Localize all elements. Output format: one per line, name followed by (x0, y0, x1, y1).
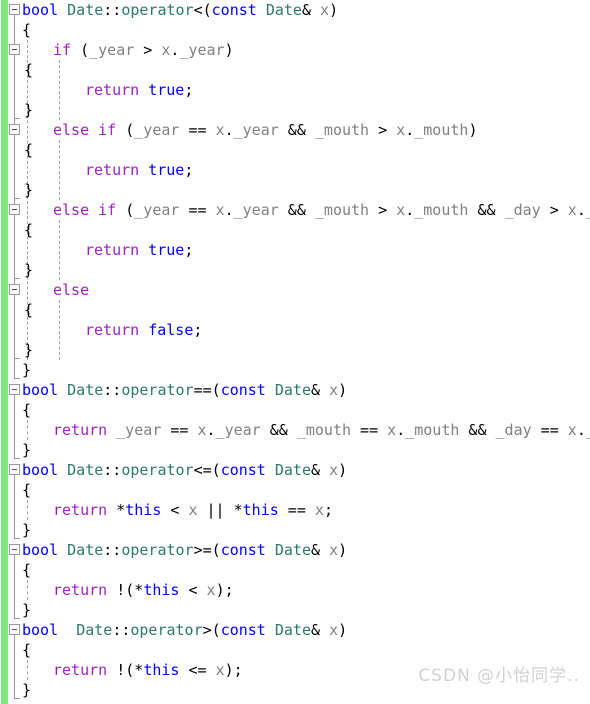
outline-rail (14, 214, 15, 278)
outline-collapse-box[interactable] (9, 544, 20, 555)
code-line[interactable]: return _year == x._year && _mouth == x._… (53, 420, 590, 440)
indent-guide (59, 140, 60, 200)
outline-collapse-box[interactable] (9, 4, 20, 15)
indent-guide (59, 220, 60, 280)
code-line[interactable]: } (24, 100, 33, 120)
code-line[interactable]: else if (_year == x._year && _mouth > x.… (53, 120, 477, 140)
outline-rail (14, 474, 15, 538)
code-line[interactable]: } (22, 600, 31, 620)
outline-rail-foot (14, 538, 20, 539)
code-line[interactable]: } (22, 360, 31, 380)
code-line[interactable]: { (24, 140, 33, 160)
code-line[interactable]: { (22, 400, 31, 420)
code-line[interactable]: else (53, 280, 89, 300)
outline-rail (14, 634, 15, 698)
code-line[interactable]: } (24, 260, 33, 280)
outline-rail-foot (14, 458, 20, 459)
code-line[interactable]: { (24, 60, 33, 80)
outline-rail-foot (14, 378, 20, 379)
code-line[interactable]: else if (_year == x._year && _mouth > x.… (53, 200, 590, 220)
outline-collapse-box[interactable] (9, 384, 20, 395)
code-line[interactable]: { (22, 640, 31, 660)
watermark-label: CSDN @小怡同学.. (418, 666, 580, 686)
code-line[interactable]: bool Date::operator>(const Date& x) (22, 620, 347, 640)
outline-rail (14, 294, 15, 358)
code-line[interactable]: } (22, 520, 31, 540)
outline-rail-foot (14, 618, 20, 619)
outline-rail-foot (14, 198, 20, 199)
code-line[interactable]: if (_year > x._year) (53, 40, 234, 60)
outline-rail-foot (14, 698, 20, 699)
indent-guide (59, 60, 60, 120)
outline-collapse-box[interactable] (9, 124, 20, 135)
indent-guide (27, 500, 28, 520)
code-line[interactable]: } (22, 440, 31, 460)
code-line[interactable]: } (24, 180, 33, 200)
outline-rail-foot (14, 118, 20, 119)
code-line[interactable]: { (22, 480, 31, 500)
outline-collapse-box[interactable] (9, 204, 20, 215)
code-line[interactable]: bool Date::operator<=(const Date& x) (22, 460, 347, 480)
code-line[interactable]: { (24, 220, 33, 240)
indent-guide (59, 300, 60, 360)
outline-rail (14, 394, 15, 458)
code-line[interactable]: bool Date::operator>=(const Date& x) (22, 540, 347, 560)
code-line[interactable]: return true; (85, 160, 193, 180)
code-line[interactable]: bool Date::operator==(const Date& x) (22, 380, 347, 400)
code-line[interactable]: return !(*this < x); (53, 580, 234, 600)
outline-rail (14, 134, 15, 198)
outline-rail (14, 54, 15, 118)
indent-guide (27, 420, 28, 440)
code-line[interactable]: return false; (85, 320, 202, 340)
code-line[interactable]: return !(*this <= x); (53, 660, 243, 680)
code-line[interactable]: { (22, 20, 31, 40)
outline-collapse-box[interactable] (9, 464, 20, 475)
code-line[interactable]: { (22, 560, 31, 580)
outline-rail (14, 554, 15, 618)
outline-collapse-box[interactable] (9, 284, 20, 295)
outline-collapse-box[interactable] (9, 44, 20, 55)
outline-collapse-box[interactable] (9, 624, 20, 635)
outlining-margin[interactable] (0, 0, 22, 704)
code-line[interactable]: } (22, 680, 31, 700)
code-line[interactable]: bool Date::operator<(const Date& x) (22, 0, 338, 20)
code-line[interactable]: return true; (85, 80, 193, 100)
code-line[interactable]: } (24, 340, 33, 360)
indent-guide (27, 580, 28, 600)
outline-rail-foot (14, 358, 20, 359)
code-line[interactable]: return true; (85, 240, 193, 260)
code-line[interactable]: { (24, 300, 33, 320)
indent-guide (27, 660, 28, 680)
code-line[interactable]: return *this < x || *this == x; (53, 500, 333, 520)
outline-rail-foot (14, 278, 20, 279)
code-editor[interactable]: bool Date::operator<(const Date& x){if (… (0, 0, 590, 704)
